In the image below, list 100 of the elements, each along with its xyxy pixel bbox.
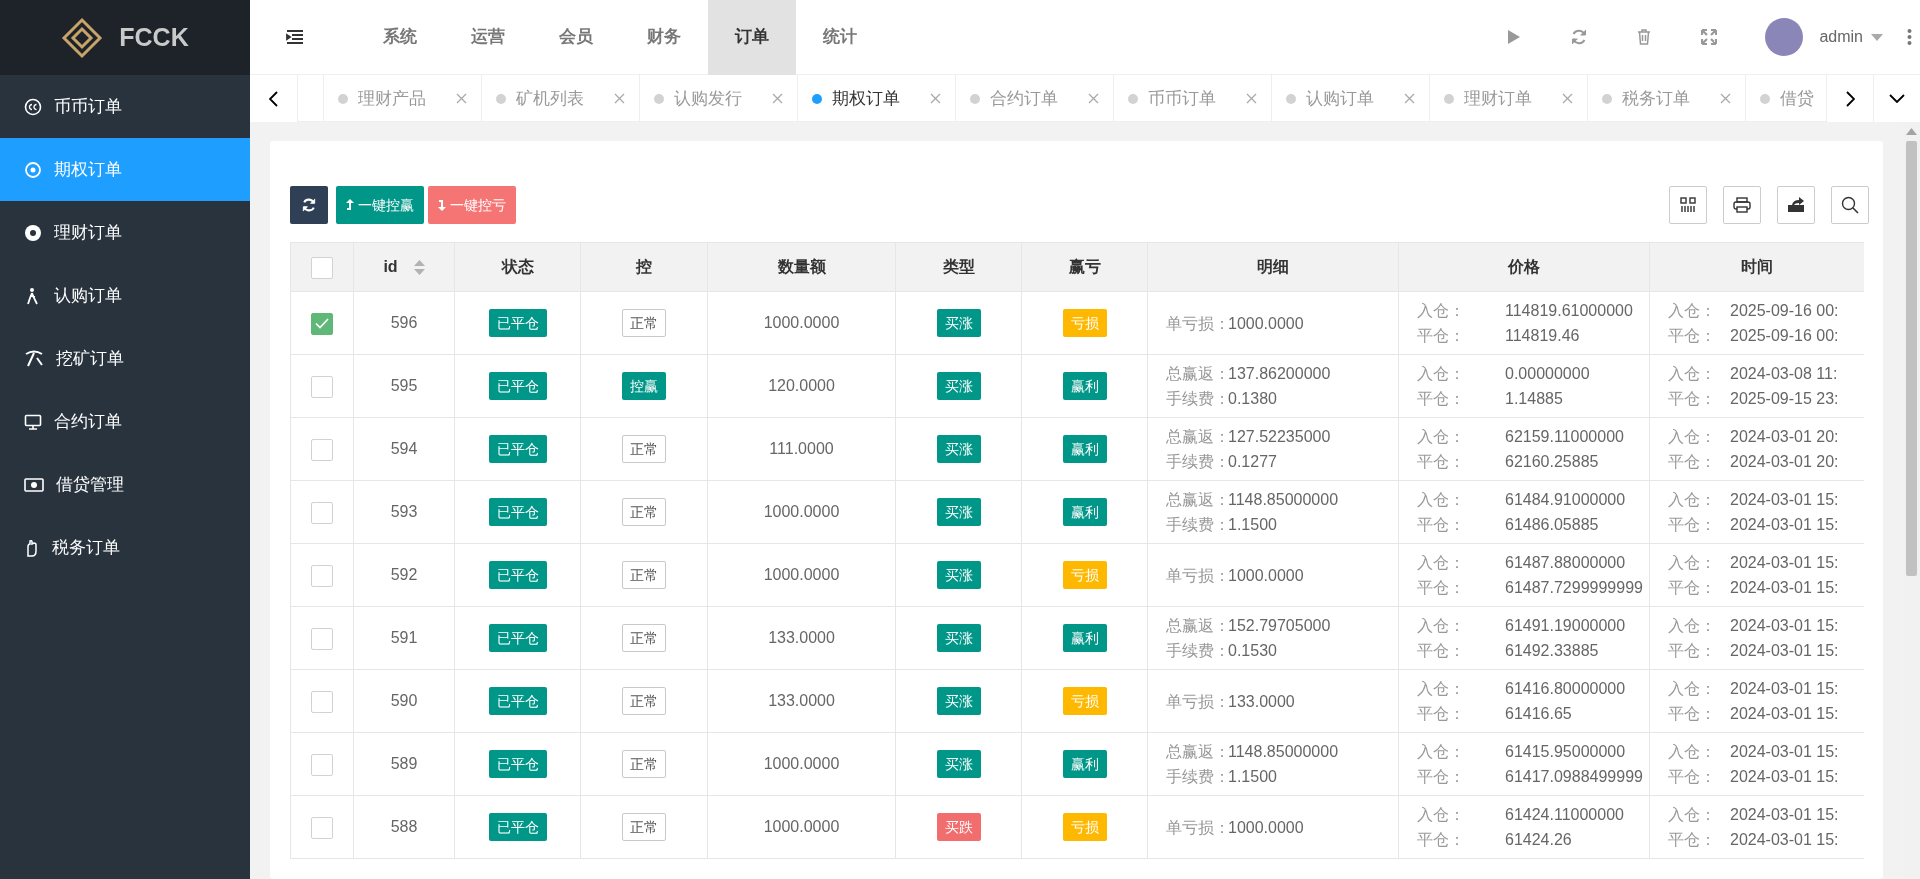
field-value: 2024-03-01 15: <box>1730 616 1839 636</box>
table-cell: 1000.0000 <box>707 291 896 355</box>
table-cell: 111.0000 <box>707 417 896 481</box>
menu-icon <box>286 30 304 44</box>
checkbox[interactable] <box>311 816 333 839</box>
user-name[interactable]: admin <box>1819 25 1863 49</box>
export-button[interactable] <box>1777 186 1815 224</box>
field-label: 平仓： <box>1417 704 1466 724</box>
checkbox[interactable] <box>311 256 333 279</box>
close-icon[interactable] <box>1562 93 1573 104</box>
sidebar-item[interactable]: 挖矿订单 <box>0 327 250 390</box>
sort-icon[interactable] <box>413 260 425 276</box>
nav-tab[interactable]: 统计 <box>796 0 884 75</box>
checkbox[interactable] <box>311 627 333 650</box>
close-icon[interactable] <box>772 93 783 104</box>
refresh-button[interactable] <box>290 186 328 224</box>
columns-button[interactable] <box>1669 186 1707 224</box>
field-value: 2024-03-01 15: <box>1730 641 1839 661</box>
field-label: 入仓： <box>1668 427 1717 447</box>
field-value: 61415.95000000 <box>1505 742 1626 762</box>
avatar[interactable] <box>1765 18 1804 56</box>
status-dot <box>338 93 348 104</box>
scrollbar[interactable] <box>1903 122 1920 879</box>
nav-tab[interactable]: 运营 <box>444 0 532 75</box>
checkbox[interactable] <box>311 501 333 524</box>
checkbox[interactable] <box>311 375 333 398</box>
checkbox[interactable] <box>311 753 333 776</box>
field-value: 1148.85000000 <box>1228 490 1339 510</box>
close-icon[interactable] <box>1404 93 1415 104</box>
sidebar-item[interactable]: 合约订单 <box>0 390 250 453</box>
lose-button[interactable]: 一键控亏 <box>428 186 516 224</box>
status-tag: 已平仓 <box>488 813 547 841</box>
column-header: 数量额 <box>777 258 826 275</box>
nav-tab[interactable]: 财务 <box>620 0 708 75</box>
field-value: 2024-03-01 15: <box>1730 515 1839 535</box>
chevron-down-icon <box>1889 94 1905 103</box>
checkbox[interactable] <box>311 438 333 461</box>
table-cell: 590 <box>353 669 455 733</box>
sidebar-item[interactable]: 税务订单 <box>0 516 250 579</box>
status-dot <box>970 93 980 104</box>
control-tag: 正常 <box>622 309 666 337</box>
status-dot <box>1286 93 1296 104</box>
nav-tab[interactable]: 会员 <box>532 0 620 75</box>
field-label: 入仓： <box>1668 805 1717 825</box>
field-value: 2024-03-01 15: <box>1730 742 1839 762</box>
checkbox[interactable] <box>311 690 333 713</box>
scroll-left-button[interactable] <box>250 75 298 122</box>
status-tag: 已平仓 <box>488 624 547 652</box>
chevron-left-icon <box>269 90 278 107</box>
field-value: 2024-03-01 15: <box>1730 679 1839 699</box>
control-tag: 正常 <box>622 435 666 463</box>
checkbox[interactable] <box>311 312 333 335</box>
result-tag: 赢利 <box>1062 435 1107 463</box>
field-value: 1148.85000000 <box>1228 742 1339 762</box>
column-header: 赢亏 <box>1068 258 1101 275</box>
target-icon <box>24 160 42 179</box>
search-button[interactable] <box>1831 186 1869 224</box>
close-icon[interactable] <box>930 93 941 104</box>
type-tag: 买涨 <box>936 435 981 463</box>
field-value: 61492.33885 <box>1505 641 1599 661</box>
type-tag: 买涨 <box>936 561 981 589</box>
more-icon[interactable] <box>1907 29 1912 45</box>
checkbox[interactable] <box>311 564 333 587</box>
field-label: 入仓： <box>1417 679 1466 699</box>
win-button[interactable]: 一键控赢 <box>336 186 424 224</box>
scroll-up-icon[interactable] <box>1906 128 1917 135</box>
close-icon[interactable] <box>614 93 625 104</box>
nav-tab[interactable]: 系统 <box>356 0 444 75</box>
monitor-icon <box>24 412 42 431</box>
nav-tab[interactable]: 订单 <box>708 0 796 75</box>
close-icon[interactable] <box>456 93 467 104</box>
pickaxe-icon <box>24 349 44 368</box>
field-label: 总赢返： <box>1166 616 1228 636</box>
type-tag: 买涨 <box>936 309 981 337</box>
field-label: 单亏损： <box>1166 691 1228 712</box>
close-icon[interactable] <box>1246 93 1257 104</box>
print-button[interactable] <box>1723 186 1761 224</box>
field-value: 2024-03-01 15: <box>1730 490 1839 510</box>
field-label: 入仓： <box>1417 805 1466 825</box>
caret-icon[interactable] <box>1871 33 1883 41</box>
sidebar-item[interactable]: 认购订单 <box>0 264 250 327</box>
result-tag: 赢利 <box>1062 372 1107 400</box>
result-tag: 赢利 <box>1062 624 1107 652</box>
close-icon[interactable] <box>1720 93 1731 104</box>
field-value: 0.1530 <box>1228 641 1277 661</box>
field-label: 平仓： <box>1668 452 1717 472</box>
field-label: 入仓： <box>1668 364 1717 384</box>
column-header[interactable]: id <box>383 258 398 275</box>
field-value: 2025-09-15 23: <box>1730 389 1839 409</box>
sidebar-item[interactable]: 币币订单 <box>0 75 250 138</box>
result-tag: 亏损 <box>1062 687 1107 715</box>
sidebar-item[interactable]: 期权订单 <box>0 138 250 201</box>
refresh-icon <box>1570 29 1587 45</box>
status-tag: 已平仓 <box>488 435 547 463</box>
scroll-right-button[interactable] <box>1826 75 1874 122</box>
sidebar-item[interactable]: 借贷管理 <box>0 453 250 516</box>
close-icon[interactable] <box>1088 93 1099 104</box>
column-header: 价格 <box>1508 258 1540 275</box>
sidebar-item[interactable]: 理财订单 <box>0 201 250 264</box>
field-value: 0.1380 <box>1228 389 1277 409</box>
